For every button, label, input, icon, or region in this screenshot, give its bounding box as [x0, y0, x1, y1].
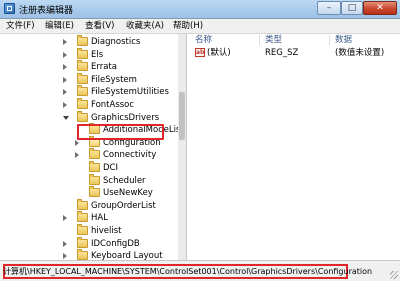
tree-item-label: GraphicsDrivers	[91, 112, 160, 123]
tree-item[interactable]: Els	[3, 47, 178, 61]
tree-item-label: FileSystemUtilities	[91, 87, 169, 98]
scrollbar-thumb[interactable]	[179, 92, 185, 140]
folder-icon	[77, 35, 88, 46]
values-pane: 名称 类型 数据 ab (默认) REG_SZ (数值未设置)	[187, 34, 400, 260]
tree-item-label: IDConfigDB	[91, 238, 140, 249]
folder-icon	[77, 110, 88, 122]
value-row[interactable]: ab (默认) REG_SZ (数值未设置)	[187, 47, 400, 59]
status-path: 计算机\HKEY_LOCAL_MACHINE\SYSTEM\ControlSet…	[3, 267, 373, 276]
folder-icon	[77, 211, 88, 223]
tree-item[interactable]: UseNewKey	[3, 186, 178, 199]
folder-icon	[77, 47, 88, 59]
collapse-arrow-icon[interactable]	[75, 152, 79, 159]
collapse-arrow-icon[interactable]	[63, 51, 67, 58]
folder-icon	[77, 72, 88, 84]
main-area: Diagnostics Els Errata FileSystem FileSystem…	[0, 34, 400, 260]
collapse-arrow-icon[interactable]	[63, 76, 67, 83]
registry-tree-pane: Diagnostics Els Errata FileSystem FileSystem…	[3, 34, 187, 260]
tree-item-label: FileSystem	[91, 74, 137, 85]
tree-item[interactable]: Keyboard Layout	[3, 249, 178, 260]
minimize-button[interactable]: –	[317, 1, 341, 15]
tree-item-label: GroupOrderList	[91, 200, 156, 211]
tree-item[interactable]: FileSystemUtilities	[3, 85, 178, 98]
tree-item-label: Errata	[91, 62, 117, 73]
menu-view[interactable]: 查看(V)	[85, 20, 114, 32]
folder-icon	[77, 198, 88, 210]
registry-editor-icon	[4, 3, 15, 14]
tree-item[interactable]: DCI	[3, 161, 178, 174]
folder-icon	[77, 98, 88, 109]
tree-item[interactable]: hivelist	[3, 224, 178, 237]
folder-icon	[89, 161, 100, 172]
tree-item[interactable]: IDConfigDB	[3, 236, 178, 250]
maximize-button[interactable]: □	[341, 1, 363, 15]
close-button[interactable]: ✕	[363, 1, 397, 15]
tree-item[interactable]: Errata	[3, 60, 178, 73]
column-header-data[interactable]: 数据	[335, 34, 352, 46]
collapse-arrow-icon[interactable]	[63, 215, 67, 222]
tree-item[interactable]: GroupOrderList	[3, 198, 178, 212]
column-separator[interactable]	[329, 35, 330, 45]
tree-item-label: DCI	[103, 163, 118, 173]
menu-file[interactable]: 文件(F)	[6, 20, 35, 32]
menu-favorites[interactable]: 收藏夹(A)	[126, 20, 164, 32]
collapse-arrow-icon[interactable]	[63, 64, 67, 71]
tree-item-label: Keyboard Layout	[91, 251, 163, 260]
folder-icon	[77, 249, 88, 260]
tree-item[interactable]: Connectivity	[3, 148, 178, 161]
tree-item-label: Connectivity	[103, 150, 157, 161]
folder-icon	[89, 186, 100, 198]
tree-scrollbar[interactable]	[178, 34, 186, 260]
collapse-arrow-icon[interactable]	[63, 39, 67, 45]
column-header-type[interactable]: 类型	[265, 34, 282, 46]
collapse-arrow-icon[interactable]	[63, 89, 67, 96]
status-bar: 计算机\HKEY_LOCAL_MACHINE\SYSTEM\ControlSet…	[0, 260, 400, 281]
tree-item-label: HAL	[91, 213, 108, 224]
collapse-arrow-icon[interactable]	[63, 253, 67, 260]
collapse-arrow-icon[interactable]	[63, 240, 67, 247]
value-name: (默认)	[207, 48, 231, 58]
string-value-icon: ab	[195, 48, 205, 57]
folder-icon	[77, 60, 88, 72]
window-title: 注册表编辑器	[19, 6, 74, 16]
tree-item-label: Diagnostics	[91, 37, 141, 47]
column-header-name[interactable]: 名称	[195, 34, 212, 46]
highlight-box	[77, 124, 164, 140]
collapse-arrow-icon[interactable]	[63, 102, 67, 108]
folder-icon	[77, 85, 88, 97]
menu-help[interactable]: 帮助(H)	[173, 20, 203, 32]
folder-icon	[89, 148, 100, 160]
value-data: (数值未设置)	[335, 48, 385, 58]
folder-icon	[89, 173, 100, 185]
tree-item-label: Scheduler	[103, 175, 146, 186]
tree-item-label: FontAssoc	[91, 100, 135, 110]
menu-edit[interactable]: 编辑(E)	[45, 20, 74, 32]
value-type: REG_SZ	[265, 48, 299, 58]
tree-item-label: Els	[91, 49, 104, 60]
tree-item[interactable]: GraphicsDrivers	[3, 110, 178, 124]
tree-item[interactable]: Scheduler	[3, 173, 178, 187]
tree-item[interactable]: FileSystem	[3, 72, 178, 86]
tree-item[interactable]: HAL	[3, 211, 178, 224]
folder-icon	[77, 224, 88, 235]
tree-item[interactable]: Diagnostics	[3, 35, 178, 48]
tree-item[interactable]: FontAssoc	[3, 98, 178, 111]
resize-grip[interactable]	[390, 271, 398, 279]
folder-icon	[77, 236, 88, 248]
registry-tree: Diagnostics Els Errata FileSystem FileSystem…	[3, 34, 186, 260]
tree-item-label: UseNewKey	[103, 188, 153, 199]
collapse-arrow-icon[interactable]	[75, 139, 79, 146]
title-bar: 注册表编辑器 – □ ✕	[0, 0, 400, 19]
expand-arrow-icon[interactable]	[63, 115, 69, 120]
menu-bar: 文件(F) 编辑(E) 查看(V) 收藏夹(A) 帮助(H)	[0, 19, 400, 34]
column-separator[interactable]	[259, 35, 260, 45]
tree-item-label: hivelist	[91, 226, 122, 236]
